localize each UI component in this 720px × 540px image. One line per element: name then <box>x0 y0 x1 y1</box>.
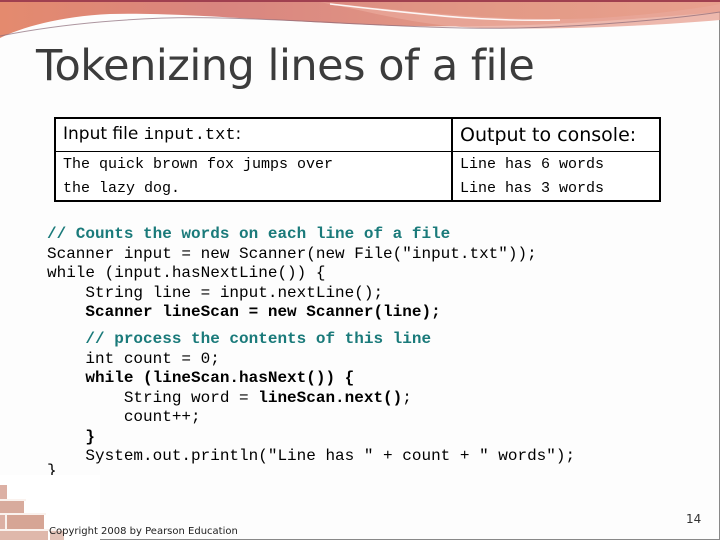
code-line: System.out.println("Line has " + count +… <box>47 446 575 466</box>
code-text: String word = <box>47 389 259 407</box>
input-line: The quick brown fox jumps over <box>63 156 334 173</box>
code-text: ; <box>402 389 412 407</box>
code-text: String line = input.nextLine(); <box>47 284 384 302</box>
code-text: lineScan.next() <box>258 389 403 407</box>
code-text: } <box>47 428 96 446</box>
code-line: count++; <box>47 407 201 427</box>
io-example-table: Input file input.txt: Output to console:… <box>54 117 661 202</box>
input-content-cell: The quick brown fox jumps over the lazy … <box>54 151 453 202</box>
code-comment: // process the contents of this line <box>47 330 432 348</box>
code-line: String line = input.nextLine(); <box>47 283 383 303</box>
code-text: Scanner input = new Scanner(new File("in… <box>47 245 537 263</box>
slide-title: Tokenizing lines of a file <box>36 41 535 91</box>
output-line: Line has 6 words <box>460 156 605 173</box>
table-header-row: Input file input.txt: Output to console: <box>54 117 661 152</box>
output-line: Line has 3 words <box>460 180 605 197</box>
code-line: // Counts the words on each line of a fi… <box>47 224 450 244</box>
input-filename: input.txt <box>143 126 236 145</box>
input-line: the lazy dog. <box>63 180 181 197</box>
code-line: Scanner lineScan = new Scanner(line); <box>47 302 441 322</box>
code-text: while (input.hasNextLine()) { <box>47 264 326 282</box>
code-line: while (lineScan.hasNext()) { <box>47 368 354 388</box>
output-content-cell: Line has 6 words Line has 3 words <box>451 151 661 202</box>
copyright-notice: Copyright 2008 by Pearson Education <box>49 526 238 537</box>
code-line: // process the contents of this line <box>47 329 431 349</box>
input-header-label: Input file <box>63 124 144 144</box>
code-line: Scanner input = new Scanner(new File("in… <box>47 244 537 264</box>
code-text: count++; <box>47 408 201 426</box>
output-header-cell: Output to console: <box>451 117 661 152</box>
input-file-header: Input file input.txt: <box>63 119 444 150</box>
code-line: String word = lineScan.next(); <box>47 388 412 408</box>
code-comment: // Counts the words on each line of a fi… <box>47 225 451 243</box>
code-line: } <box>47 427 95 447</box>
input-header-cell: Input file input.txt: <box>54 117 453 152</box>
code-line: while (input.hasNextLine()) { <box>47 263 325 283</box>
table-content-row: The quick brown fox jumps over the lazy … <box>54 151 661 202</box>
code-text: Scanner lineScan = new Scanner(line); <box>47 303 441 321</box>
output-header: Output to console: <box>460 124 637 146</box>
code-line: int count = 0; <box>47 349 220 369</box>
input-header-suffix: : <box>235 124 242 144</box>
slide: Tokenizing lines of a file Input file in… <box>0 0 720 540</box>
code-text: int count = 0; <box>47 350 220 368</box>
code-text: while (lineScan.hasNext()) { <box>47 369 355 387</box>
page-number: 14 <box>686 512 702 526</box>
code-text: System.out.println("Line has " + count +… <box>47 447 576 465</box>
